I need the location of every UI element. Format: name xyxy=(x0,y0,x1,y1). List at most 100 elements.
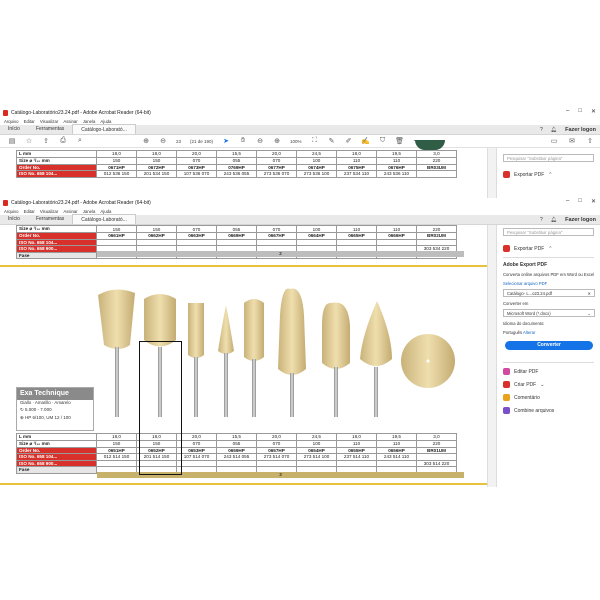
tool-combine[interactable]: Combine arquivos xyxy=(497,404,600,417)
table-cell: 070 xyxy=(176,439,217,448)
menu-arquivo[interactable]: Arquivo xyxy=(4,209,19,214)
tool-label: Comentário xyxy=(514,394,540,401)
page-total: (21 de 190) xyxy=(190,138,214,144)
menu-editar[interactable]: Editar xyxy=(24,209,35,214)
menu-janela[interactable]: Janela xyxy=(83,209,96,214)
table-cell: 055 xyxy=(216,225,257,233)
zoom-in-icon[interactable]: ⊕ xyxy=(273,137,281,145)
export-pdf-tool[interactable]: Exportar PDF ⌃ xyxy=(497,168,600,181)
table-cell: 150 xyxy=(96,225,137,233)
acrobat-window-front: Catálogo-Laboratório23.24.pdf - Adobe Ac… xyxy=(0,198,600,487)
menu-ajuda[interactable]: Ajuda xyxy=(100,119,111,124)
acrobat-window-back: Catálogo-Laboratório23.24.pdf - Adobe Ac… xyxy=(0,108,600,198)
section-divider xyxy=(0,265,487,267)
search-tools-input[interactable]: Pesquisar "Substituir página" xyxy=(503,228,594,236)
stamp-icon[interactable]: ⛉ xyxy=(379,137,387,145)
comment-icon[interactable]: ✎ xyxy=(328,137,336,145)
star-icon[interactable]: ☆ xyxy=(25,137,33,145)
help-icon[interactable]: ? xyxy=(540,127,543,133)
selection-rectangle[interactable] xyxy=(139,341,182,475)
sign-icon[interactable]: ✍ xyxy=(361,137,370,145)
hand-icon[interactable]: ✋︎ xyxy=(239,137,247,145)
change-language-link[interactable]: Alterar xyxy=(523,330,535,335)
format-select[interactable]: Microsoft Word (*.docx) ⌄ xyxy=(503,309,595,317)
chevron-up-icon[interactable]: ⌃ xyxy=(548,246,552,252)
panel-divider[interactable] xyxy=(487,148,496,198)
tab-home[interactable]: Início xyxy=(0,214,28,224)
panel-divider[interactable] xyxy=(487,225,496,487)
product-colors: Giallo · Amarillo · Amarelo xyxy=(20,400,71,405)
tool-editar-pdf[interactable]: Editar PDF xyxy=(497,365,600,378)
tool-criar-pdf[interactable]: Criar PDF ⌄ xyxy=(497,378,600,391)
help-icon[interactable]: ? xyxy=(540,217,543,223)
chevron-down-icon[interactable]: ⌄ xyxy=(540,382,544,388)
save-icon[interactable]: ▤ xyxy=(8,137,16,145)
panel-title: Adobe Export PDF xyxy=(503,262,548,268)
zoom-level[interactable]: 100% xyxy=(290,139,302,144)
document-view: Size ⌀ ¹/₁₀ mm 150 150 070 055 070 100 110 110 22… xyxy=(0,225,487,487)
maximize-icon[interactable]: □ xyxy=(578,108,582,115)
export-pdf-label: Exportar PDF xyxy=(514,171,545,178)
signin-button[interactable]: Fazer logon xyxy=(565,127,596,133)
export-pdf-icon xyxy=(503,245,510,252)
tab-home[interactable]: Início xyxy=(0,124,28,134)
close-icon[interactable]: ✕ xyxy=(591,108,596,115)
table-cell: 107 536 070 xyxy=(176,170,217,178)
fit-icon[interactable]: ⛶ xyxy=(311,137,319,145)
menu-assinar[interactable]: Assinar xyxy=(63,209,77,214)
page-number[interactable]: 23 xyxy=(176,139,181,144)
tab-tools[interactable]: Ferramentas xyxy=(28,214,72,224)
table-cell: 150 xyxy=(136,156,177,165)
remove-file-icon[interactable]: ✕ xyxy=(587,290,591,297)
page-up-icon[interactable]: ⊕ xyxy=(142,137,150,145)
table-cell: 220 xyxy=(416,156,457,165)
bell-icon[interactable]: 🔔︎ xyxy=(551,127,557,133)
bur-0651HP xyxy=(98,289,135,417)
tab-tools[interactable]: Ferramentas xyxy=(28,124,72,134)
product-name: Exa Technique xyxy=(17,388,93,400)
content-area: Size ⌀ ¹/₁₀ mm 150 150 070 055 070 100 110 110 22… xyxy=(0,225,600,487)
close-icon[interactable]: ✕ xyxy=(591,198,596,205)
table-cell: 100 xyxy=(296,225,337,233)
highlight-icon[interactable]: ✐ xyxy=(345,137,353,145)
upload-icon[interactable]: ⇪ xyxy=(42,137,50,145)
search-tools-input[interactable]: Pesquisar "Substituir página" xyxy=(503,154,594,162)
tool-comentario[interactable]: Comentário xyxy=(497,391,600,404)
minimize-icon[interactable]: – xyxy=(566,108,569,115)
search-icon[interactable]: ⌕ xyxy=(76,137,84,145)
convert-label: Converter em xyxy=(503,300,529,306)
menu-janela[interactable]: Janela xyxy=(83,119,96,124)
menu-assinar[interactable]: Assinar xyxy=(63,119,77,124)
tab-document[interactable]: Catálogo-Laborató... xyxy=(72,214,136,224)
convert-button[interactable]: Converter xyxy=(505,341,593,350)
tab-document[interactable]: Catálogo-Laborató... xyxy=(72,124,136,134)
chevron-up-icon[interactable]: ⌃ xyxy=(548,172,552,178)
share-icon[interactable]: ⇧ xyxy=(586,137,594,145)
table-cell: 110 xyxy=(336,156,377,165)
acrobat-icon xyxy=(3,109,8,116)
menu-visualizar[interactable]: Visualizar xyxy=(40,119,59,124)
delete-icon[interactable]: 🗑︎ xyxy=(395,137,404,145)
zoom-out-icon[interactable]: ⊖ xyxy=(256,137,264,145)
bell-icon[interactable]: 🔔︎ xyxy=(551,217,557,223)
export-pdf-tool[interactable]: Exportar PDF ⌃ xyxy=(497,242,600,255)
mail-icon[interactable]: ✉ xyxy=(568,137,576,145)
tool-label: Criar PDF xyxy=(514,381,537,388)
comment-right-icon[interactable]: ▭ xyxy=(550,137,558,145)
menu-ajuda[interactable]: Ajuda xyxy=(100,209,111,214)
cursor-icon[interactable]: ➤ xyxy=(222,137,230,145)
table-cell: 055 xyxy=(216,156,257,165)
print-icon[interactable]: ⎙ xyxy=(59,137,67,145)
table-cell: 070 xyxy=(176,225,217,233)
menu-editar[interactable]: Editar xyxy=(24,119,35,124)
menu-visualizar[interactable]: Visualizar xyxy=(40,209,59,214)
menu-arquivo[interactable]: Arquivo xyxy=(4,119,19,124)
table-cell: 110 xyxy=(336,225,377,233)
minimize-icon[interactable]: – xyxy=(566,198,569,205)
maximize-icon[interactable]: □ xyxy=(578,198,582,205)
page-down-icon[interactable]: ⊖ xyxy=(159,137,167,145)
product-speed: 5.000 - 7.000 xyxy=(25,407,52,412)
select-file-link[interactable]: Selecionar arquivo PDF xyxy=(503,281,595,286)
comment-icon xyxy=(503,394,510,401)
signin-button[interactable]: Fazer logon xyxy=(565,217,596,223)
